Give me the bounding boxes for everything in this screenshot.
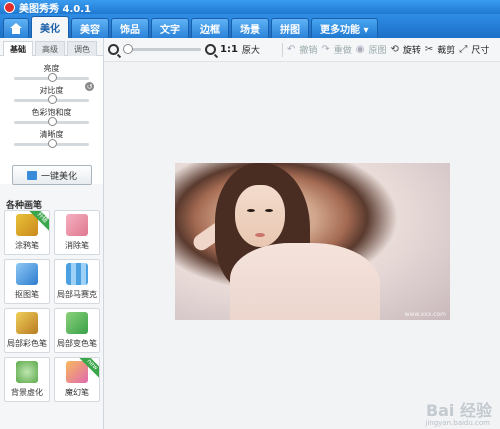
zoom-in-icon[interactable] — [205, 44, 216, 55]
brush-mosaic[interactable]: 局部马赛克 — [54, 259, 100, 304]
undo-button[interactable]: 撤销 — [299, 43, 317, 56]
brush-recolor[interactable]: 局部变色笔 — [54, 308, 100, 353]
sharpness-slider[interactable] — [14, 139, 89, 148]
brightness-slider[interactable] — [14, 73, 89, 82]
resize-button[interactable]: 尺寸 — [471, 43, 489, 56]
zoom-slider[interactable] — [123, 44, 201, 54]
brush-color[interactable]: 局部彩色笔 — [4, 308, 50, 353]
app-logo-icon — [4, 1, 15, 13]
brush-blur[interactable]: 背景虚化 — [4, 357, 50, 402]
photo-body — [230, 243, 380, 320]
mosaic-icon — [66, 263, 88, 285]
contrast-handle[interactable] — [47, 95, 57, 104]
tab-beauty[interactable]: 美容 — [71, 18, 109, 38]
tab-collage[interactable]: 拼图 — [271, 18, 309, 38]
rotate-button[interactable]: 旋转 — [403, 43, 421, 56]
app-title: 美图秀秀 4.0.1 — [19, 3, 91, 15]
magic-icon — [26, 170, 37, 180]
image-toolbar: 1:1 原大 ↶ 撤销 ↷ 重做 ◉ 原图 ⟲ 旋转 ✂ 裁剪 ⤢ 尺寸 — [104, 38, 500, 62]
original-image-icon[interactable]: ◉ — [356, 44, 365, 55]
one-click-label: 一键美化 — [40, 171, 77, 182]
tab-beautify[interactable]: 美化 — [31, 16, 69, 38]
reset-icon[interactable]: ↺ — [85, 82, 94, 91]
rotate-icon[interactable]: ⟲ — [391, 44, 399, 55]
tab-scene[interactable]: 场景 — [231, 18, 269, 38]
tab-accessories[interactable]: 饰品 — [111, 18, 149, 38]
resize-icon[interactable]: ⤢ — [459, 44, 467, 55]
brush-grid: 升级 涂鸦笔 消除笔 抠图笔 局部马赛克 局部彩色笔 局部变色笔 背景虚化 ne… — [4, 210, 100, 402]
brightness-handle[interactable] — [47, 73, 57, 82]
adjust-subtabs: 基础 高级 调色 — [0, 38, 103, 56]
saturation-handle[interactable] — [47, 117, 57, 126]
brush-cutout[interactable]: 抠图笔 — [4, 259, 50, 304]
redo-icon[interactable]: ↷ — [321, 44, 329, 55]
saturation-slider[interactable] — [14, 117, 89, 126]
original-size-button[interactable]: 原大 — [242, 43, 260, 56]
home-icon — [10, 23, 22, 34]
main-tabbar: 美化 美容 饰品 文字 边框 场景 拼图 更多功能 ▾ — [0, 14, 500, 38]
brush-eraser[interactable]: 消除笔 — [54, 210, 100, 255]
tab-border[interactable]: 边框 — [191, 18, 229, 38]
blur-icon — [16, 361, 38, 383]
contrast-slider[interactable] — [14, 95, 89, 104]
ratio-button[interactable]: 1:1 — [220, 44, 238, 55]
photo-preview[interactable]: www.xxx.com — [175, 163, 450, 320]
eraser-icon — [66, 214, 88, 236]
cutout-icon — [16, 263, 38, 285]
subtab-color[interactable]: 调色 — [67, 41, 97, 56]
photo-face — [235, 185, 285, 247]
tab-home[interactable] — [3, 18, 29, 38]
color-brush-icon — [16, 312, 38, 334]
tab-text[interactable]: 文字 — [151, 18, 189, 38]
redo-button[interactable]: 重做 — [334, 43, 352, 56]
subtab-advanced[interactable]: 高级 — [35, 41, 65, 56]
undo-icon[interactable]: ↶ — [287, 44, 295, 55]
sharpness-handle[interactable] — [47, 139, 57, 148]
photo-lips — [255, 233, 265, 237]
zoom-slider-handle[interactable] — [123, 44, 133, 54]
baidu-watermark: Bai 经验 — [425, 401, 492, 420]
brush-magic[interactable]: new 魔幻笔 — [54, 357, 100, 402]
recolor-icon — [66, 312, 88, 334]
photo-caption: www.xxx.com — [404, 311, 446, 318]
subtab-basic[interactable]: 基础 — [3, 41, 33, 56]
photo-eye — [265, 209, 273, 212]
crop-button[interactable]: 裁剪 — [437, 43, 455, 56]
left-panel: 基础 高级 调色 ↺ 亮度 对比度 色彩饱和度 清晰度 一键美化 各种画笔 升级… — [0, 38, 104, 429]
baidu-watermark-url: jingyan.baidu.com — [425, 419, 490, 427]
one-click-beautify-button[interactable]: 一键美化 — [12, 165, 92, 185]
crop-icon[interactable]: ✂ — [425, 44, 433, 55]
title-bar: 美图秀秀 4.0.1 — [0, 0, 500, 15]
photo-eye — [247, 209, 255, 212]
tab-more[interactable]: 更多功能 ▾ — [311, 18, 378, 38]
zoom-out-icon[interactable] — [108, 44, 119, 55]
toolbar-divider — [281, 42, 283, 57]
original-image-button[interactable]: 原图 — [368, 43, 386, 56]
brush-doodle[interactable]: 升级 涂鸦笔 — [4, 210, 50, 255]
